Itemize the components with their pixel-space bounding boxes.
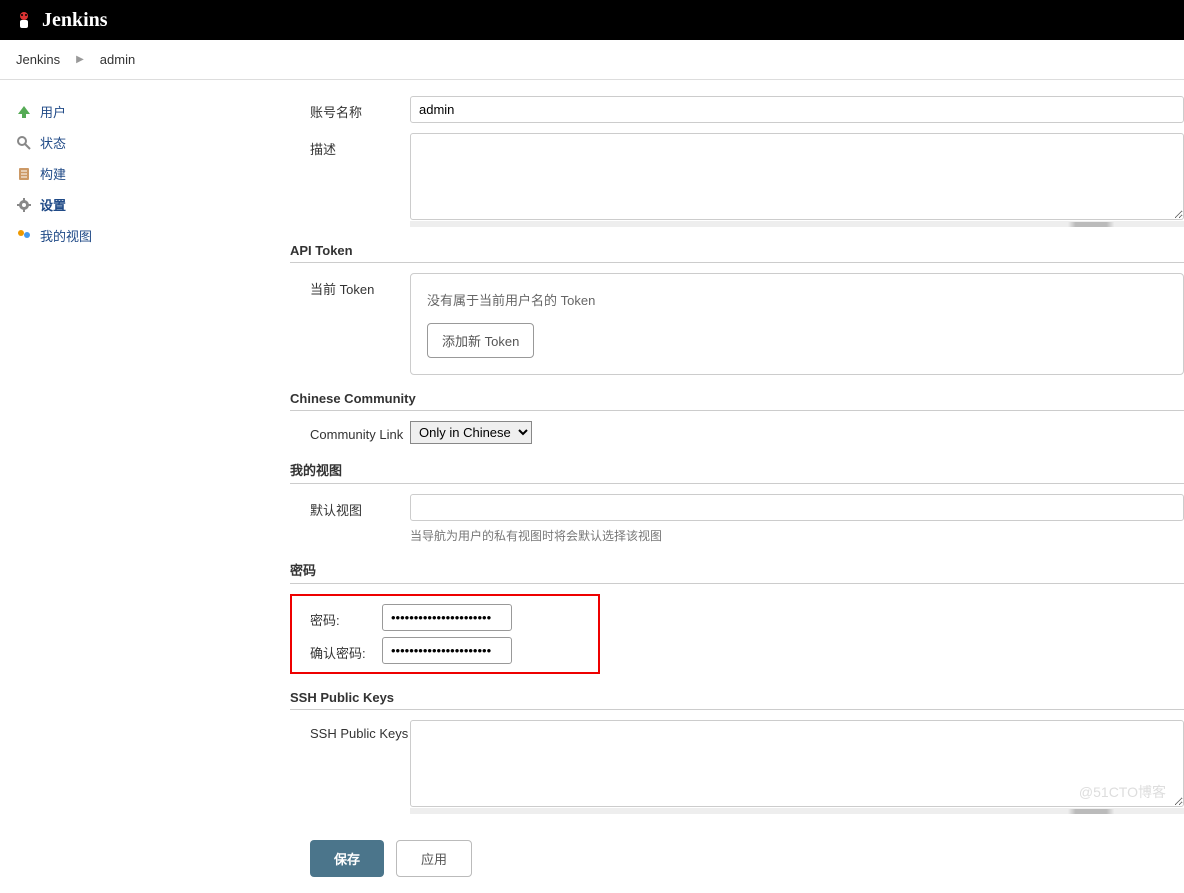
password-section-title: 密码 <box>290 560 1184 584</box>
scrollbar-track <box>410 221 1184 227</box>
default-view-label: 默认视图 <box>310 494 410 519</box>
ssh-textarea[interactable] <box>410 720 1184 807</box>
description-label: 描述 <box>310 133 410 158</box>
scrollbar-track <box>410 808 1184 814</box>
account-name-input[interactable] <box>410 96 1184 123</box>
sidebar-item-label: 我的视图 <box>40 226 92 245</box>
footer-buttons: 保存 应用 <box>310 824 1184 893</box>
header-title: Jenkins <box>42 9 108 32</box>
default-view-input[interactable] <box>410 494 1184 521</box>
content: 账号名称 描述 API Token 当前 Token 没有属于当前用户名的 To… <box>280 80 1184 893</box>
confirm-password-input[interactable] <box>382 637 512 664</box>
myviews-section-title: 我的视图 <box>290 460 1184 484</box>
users-icon <box>16 228 32 244</box>
jenkins-icon <box>12 8 36 32</box>
account-name-row: 账号名称 <box>310 96 1184 123</box>
ssh-section-title: SSH Public Keys <box>290 690 1184 710</box>
search-icon <box>16 135 32 151</box>
confirm-password-label: 确认密码: <box>302 637 382 662</box>
community-link-select[interactable]: Only in Chinese <box>410 421 532 444</box>
password-label: 密码: <box>302 604 382 629</box>
password-highlight-box: 密码: 确认密码: <box>290 594 600 674</box>
sidebar-item-users[interactable]: 用户 <box>0 96 280 127</box>
apply-button[interactable]: 应用 <box>396 840 472 877</box>
account-name-label: 账号名称 <box>310 96 410 121</box>
header-logo[interactable]: Jenkins <box>12 8 108 32</box>
default-view-help: 当导航为用户的私有视图时将会默认选择该视图 <box>410 521 1184 544</box>
breadcrumb-item-admin[interactable]: admin <box>100 52 135 67</box>
token-box: 没有属于当前用户名的 Token 添加新 Token <box>410 273 1184 375</box>
sidebar-item-status[interactable]: 状态 <box>0 127 280 158</box>
document-icon <box>16 166 32 182</box>
sidebar-item-settings[interactable]: 设置 <box>0 189 280 220</box>
chevron-right-icon: ▶ <box>76 54 84 65</box>
sidebar-item-myviews[interactable]: 我的视图 <box>0 220 280 251</box>
current-token-row: 当前 Token 没有属于当前用户名的 Token 添加新 Token <box>290 273 1184 375</box>
description-row: 描述 <box>310 133 1184 227</box>
sidebar-item-label: 用户 <box>40 102 66 121</box>
token-empty-message: 没有属于当前用户名的 Token <box>427 290 1167 309</box>
header: Jenkins <box>0 0 1184 40</box>
ssh-label: SSH Public Keys <box>310 720 410 741</box>
arrow-up-icon <box>16 104 32 120</box>
api-token-section-title: API Token <box>290 243 1184 263</box>
sidebar: 用户 状态 构建 设置 我的视图 <box>0 80 280 893</box>
sidebar-item-label: 设置 <box>40 195 66 214</box>
current-token-label: 当前 Token <box>310 273 410 298</box>
community-section-title: Chinese Community <box>290 391 1184 411</box>
save-button[interactable]: 保存 <box>310 840 384 877</box>
confirm-password-row: 确认密码: <box>302 637 588 664</box>
description-textarea[interactable] <box>410 133 1184 220</box>
password-row: 密码: <box>302 604 588 631</box>
add-token-button[interactable]: 添加新 Token <box>427 323 534 358</box>
default-view-row: 默认视图 当导航为用户的私有视图时将会默认选择该视图 <box>290 494 1184 544</box>
breadcrumb: Jenkins ▶ admin <box>0 40 1184 80</box>
main: 用户 状态 构建 设置 我的视图 账号名称 描述 <box>0 80 1184 893</box>
sidebar-item-label: 状态 <box>40 133 66 152</box>
breadcrumb-item-jenkins[interactable]: Jenkins <box>16 52 60 67</box>
community-link-row: Community Link Only in Chinese <box>290 421 1184 444</box>
sidebar-item-label: 构建 <box>40 164 66 183</box>
password-input[interactable] <box>382 604 512 631</box>
ssh-row: SSH Public Keys <box>290 720 1184 814</box>
gear-icon <box>16 197 32 213</box>
community-link-label: Community Link <box>310 421 410 442</box>
sidebar-item-builds[interactable]: 构建 <box>0 158 280 189</box>
